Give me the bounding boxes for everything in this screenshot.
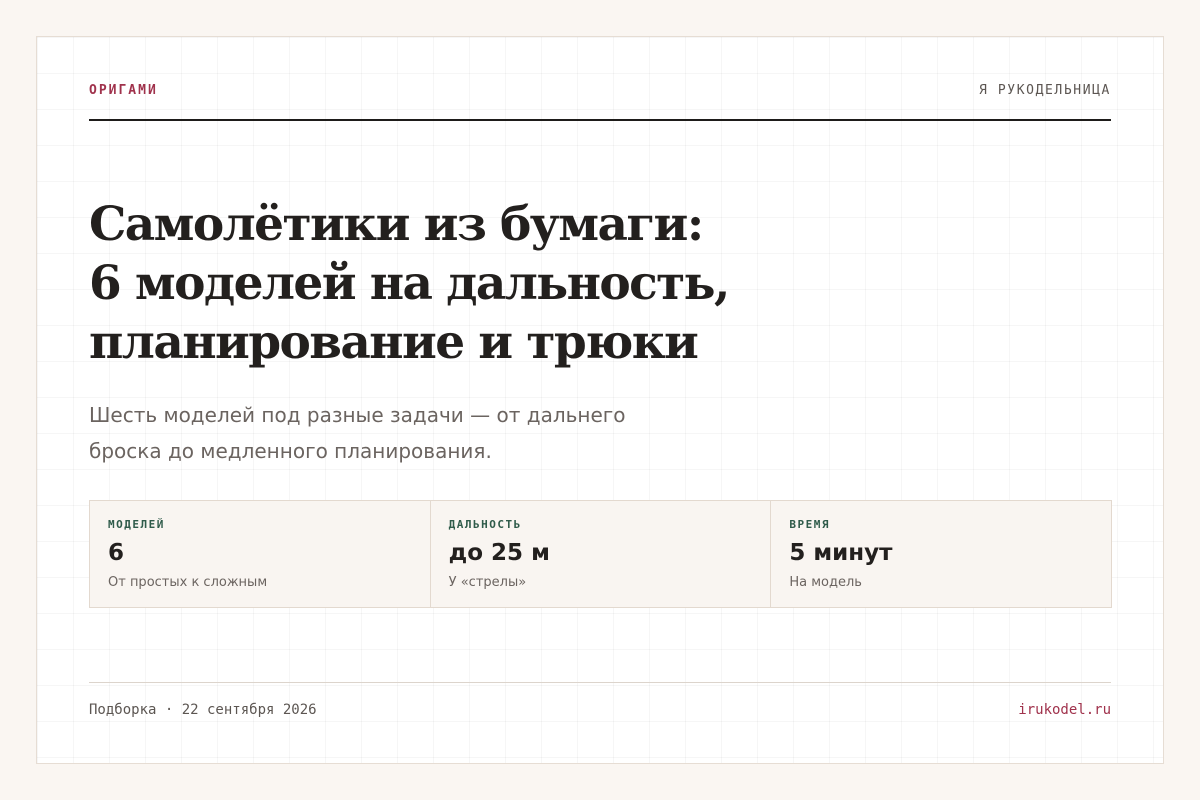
stat-value: 5 минут <box>789 540 893 566</box>
article-title: Самолётики из бумаги: 6 моделей на дальн… <box>89 195 829 372</box>
brand-name[interactable]: Я РУКОДЕЛЬНИЦА <box>979 83 1111 98</box>
stat-note: На модель <box>789 575 862 590</box>
stat-distance: ДАЛЬНОСТЬ до 25 м У «стрелы» <box>431 501 772 607</box>
article-card: ОРИГАМИ Я РУКОДЕЛЬНИЦА Самолётики из бум… <box>36 36 1164 764</box>
stat-label: ВРЕМЯ <box>789 518 830 531</box>
stat-time: ВРЕМЯ 5 минут На модель <box>771 501 1111 607</box>
stat-label: ДАЛЬНОСТЬ <box>448 518 522 531</box>
footer: Подборка · 22 сентября 2026 irukodel.ru <box>89 682 1111 733</box>
stats-panel: МОДЕЛЕЙ 6 От простых к сложным ДАЛЬНОСТЬ… <box>89 500 1112 608</box>
stat-note: От простых к сложным <box>108 575 268 590</box>
title-line: планирование и трюки <box>89 315 699 370</box>
stat-note: У «стрелы» <box>448 575 527 590</box>
stat-value: 6 <box>108 540 125 566</box>
stat-value: до 25 м <box>448 540 550 566</box>
stat-models: МОДЕЛЕЙ 6 От простых к сложным <box>90 501 431 607</box>
title-line: 6 моделей на дальность, <box>89 256 730 311</box>
article-subtitle: Шесть моделей под разные задачи — от дал… <box>89 403 626 463</box>
stat-label: МОДЕЛЕЙ <box>108 518 165 531</box>
site-link[interactable]: irukodel.ru <box>1018 702 1111 718</box>
category-kicker[interactable]: ОРИГАМИ <box>89 83 158 98</box>
top-bar: ОРИГАМИ Я РУКОДЕЛЬНИЦА <box>89 83 1111 121</box>
title-line: Самолётики из бумаги: <box>89 197 704 252</box>
publication-meta: Подборка · 22 сентября 2026 <box>89 702 317 718</box>
